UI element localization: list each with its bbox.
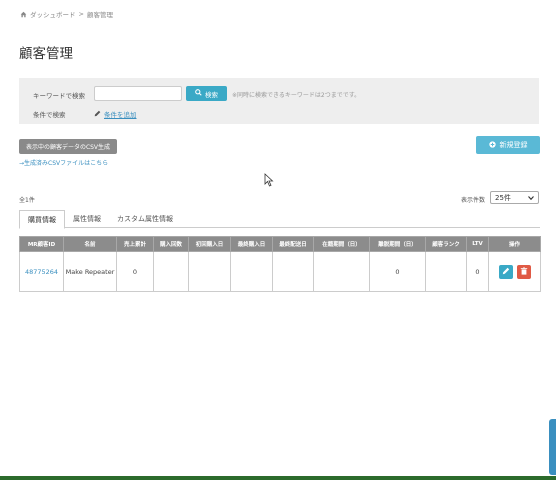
search-hint: ※同時に検索できるキーワードは2つまでです。 xyxy=(232,92,361,99)
page-title: 顧客管理 xyxy=(19,46,73,62)
column-header[interactable]: 在籍期間（日） xyxy=(313,236,370,252)
table-cell xyxy=(272,251,314,292)
breadcrumb-separator: > xyxy=(78,10,84,18)
table-cell: 0 xyxy=(116,251,154,292)
trash-icon xyxy=(520,266,528,277)
table-row: 48775264 Make Repeater 0 0 0 xyxy=(19,251,541,292)
breadcrumb-home-link[interactable]: ダッシュボード xyxy=(30,9,76,19)
table-cell xyxy=(425,251,467,292)
edit-button[interactable] xyxy=(498,264,513,279)
customer-id-link[interactable]: 48775264 xyxy=(25,268,58,276)
bottom-bar xyxy=(0,476,556,480)
add-condition-label: 条件を追加 xyxy=(104,111,137,119)
side-help-tab[interactable] xyxy=(549,419,556,475)
result-count: 全1件 xyxy=(19,197,35,204)
customer-id-cell[interactable]: 48775264 xyxy=(19,251,64,292)
pencil-icon xyxy=(94,110,101,119)
add-condition-link[interactable]: 条件を追加 xyxy=(94,109,137,119)
column-header[interactable]: 名前 xyxy=(63,236,117,252)
generated-csv-link[interactable]: →生成済みCSVファイルはこちら xyxy=(19,158,108,167)
breadcrumb-current: 顧客管理 xyxy=(86,11,113,19)
chevron-down-icon xyxy=(528,194,534,202)
keyword-search-label: キーワードで検索 xyxy=(33,92,85,100)
column-header[interactable]: 売上累計 xyxy=(116,236,154,252)
search-button[interactable]: 検索 xyxy=(186,86,227,101)
keyword-search-input[interactable] xyxy=(94,86,182,101)
column-header[interactable]: 購入回数 xyxy=(153,236,189,252)
table-cell xyxy=(313,251,370,292)
tab-attribute-info[interactable]: 属性情報 xyxy=(65,210,109,228)
column-header[interactable]: LTV xyxy=(466,236,489,252)
new-registration-button[interactable]: 新規登録 xyxy=(476,136,540,154)
per-page-label: 表示件数 xyxy=(461,197,486,204)
table-cell xyxy=(153,251,189,292)
condition-search-label: 条件で検索 xyxy=(33,111,66,119)
column-header[interactable]: 最終購入日 xyxy=(230,236,273,252)
tab-bar: 購買情報 属性情報 カスタム属性情報 xyxy=(19,210,540,229)
plus-circle-icon xyxy=(488,140,496,150)
pencil-icon xyxy=(502,267,510,277)
customer-table: MR顧客ID 名前 売上累計 購入回数 初回購入日 最終購入日 最終配送日 在籍… xyxy=(19,236,541,292)
column-header[interactable]: MR顧客ID xyxy=(19,236,64,252)
new-registration-label: 新規登録 xyxy=(499,141,528,149)
table-cell: Make Repeater xyxy=(63,251,117,292)
column-header: 操作 xyxy=(488,236,541,252)
per-page-value: 25件 xyxy=(495,193,511,202)
table-cell: 0 xyxy=(466,251,489,292)
table-header-row: MR顧客ID 名前 売上累計 購入回数 初回購入日 最終購入日 最終配送日 在籍… xyxy=(19,236,541,252)
column-header[interactable]: 初回購入日 xyxy=(188,236,231,252)
table-cell: 0 xyxy=(369,251,426,292)
per-page-select[interactable]: 25件 xyxy=(490,191,539,204)
table-cell xyxy=(188,251,231,292)
tab-custom-attribute-info[interactable]: カスタム属性情報 xyxy=(109,210,181,228)
mouse-cursor-icon xyxy=(264,173,274,189)
table-cell xyxy=(230,251,273,292)
column-header[interactable]: 最終配送日 xyxy=(272,236,314,252)
tab-purchase-info[interactable]: 購買情報 xyxy=(19,210,65,229)
generate-csv-button[interactable]: 表示中の顧客データのCSV生成 xyxy=(19,139,117,154)
column-header[interactable]: 離脱期間（日） xyxy=(369,236,426,252)
delete-button[interactable] xyxy=(516,264,531,279)
home-icon xyxy=(20,11,27,18)
search-button-label: 検索 xyxy=(205,90,218,99)
search-icon xyxy=(195,89,202,98)
operations-cell xyxy=(488,251,541,292)
column-header[interactable]: 顧客ランク xyxy=(425,236,467,252)
breadcrumb: ダッシュボード > 顧客管理 xyxy=(20,9,113,19)
